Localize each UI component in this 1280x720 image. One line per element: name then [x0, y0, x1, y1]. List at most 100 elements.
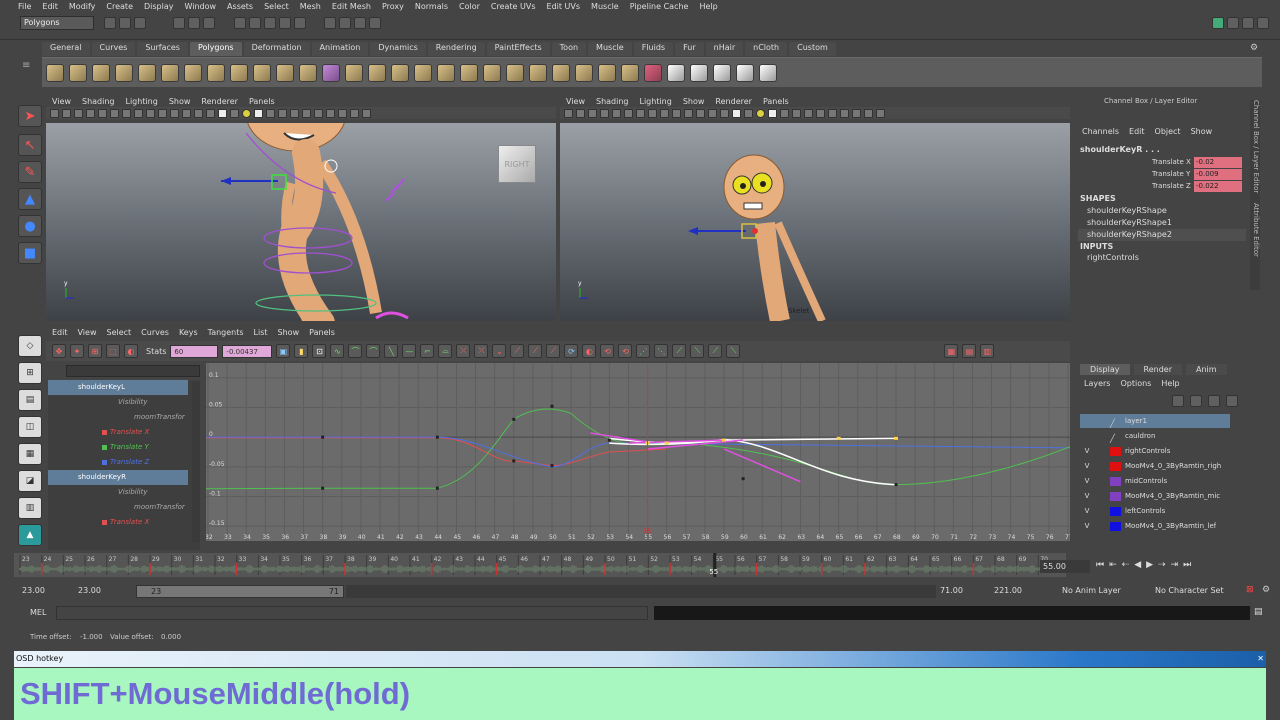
channel-menu-channels[interactable]: Channels [1082, 127, 1119, 136]
separate-icon[interactable] [276, 63, 294, 82]
camera-attributes-icon[interactable] [588, 108, 597, 118]
viewport-left-menu-view[interactable]: View [52, 97, 71, 106]
shape-node[interactable]: shoulderKeyRShape [1078, 205, 1246, 217]
channel-row[interactable]: Translate Z -0.022 [1078, 180, 1246, 192]
cleanup-icon[interactable] [598, 63, 616, 82]
pre-infinity-cycle-icon[interactable]: ⟋ [672, 344, 687, 358]
shelf-tab-general[interactable]: General [42, 42, 90, 56]
merge-icon[interactable] [506, 63, 524, 82]
combine-icon[interactable] [253, 63, 271, 82]
menu-help[interactable]: Help [699, 2, 717, 11]
new-layer-icon[interactable] [1172, 395, 1184, 407]
gate-mask-icon[interactable] [146, 108, 155, 118]
keyframe[interactable] [550, 404, 554, 408]
lasso-tool-icon[interactable]: ↖ [18, 134, 42, 156]
plateau-tangent-icon[interactable]: ⌓ [438, 344, 453, 358]
shadows-icon[interactable] [780, 108, 789, 118]
keyframe[interactable] [607, 438, 611, 442]
spline-tangent-icon[interactable]: ⌒ [348, 344, 363, 358]
shelf-tab-custom[interactable]: Custom [789, 42, 836, 56]
shelf-tab-curves[interactable]: Curves [91, 42, 136, 56]
animation-end-field[interactable]: 221.00 [994, 586, 1022, 595]
post-infinity-cycle-icon[interactable]: ⟋ [708, 344, 723, 358]
display-layer-row[interactable]: V MooMv4_0_3ByRamtin_mic [1080, 489, 1230, 503]
split-polygon-icon[interactable] [414, 63, 432, 82]
extrude-icon[interactable] [345, 63, 363, 82]
time-snap-icon[interactable]: ⟲ [600, 344, 615, 358]
selected-keyframe[interactable] [722, 438, 726, 442]
auto-load-icon[interactable]: ⟳ [564, 344, 579, 358]
input-node[interactable]: rightControls [1078, 252, 1246, 264]
shelf-settings-icon[interactable]: ⚙ [1250, 43, 1260, 53]
free-tangent-weight-icon[interactable]: ⟋ [528, 344, 543, 358]
sphere-icon[interactable] [46, 63, 64, 82]
channel-object-name[interactable]: shoulderKeyR . . . [1080, 145, 1160, 154]
move-keys-icon[interactable]: ✥ [52, 344, 66, 358]
channel-value[interactable]: -0.022 [1194, 181, 1242, 192]
layer-visibility-toggle[interactable]: V [1080, 504, 1094, 518]
play-forwards-icon[interactable]: ▶ [1146, 560, 1153, 570]
lock-tangent-weight-icon[interactable]: ⟋ [546, 344, 561, 358]
keyframe[interactable] [550, 464, 554, 468]
keyframe[interactable] [435, 435, 439, 439]
select-camera-icon[interactable] [564, 108, 573, 118]
hud-icon[interactable] [876, 108, 885, 118]
layer-tab-display[interactable]: Display [1080, 364, 1130, 375]
break-tangents-icon[interactable]: ⌄ [492, 344, 507, 358]
layer-color-swatch[interactable] [1110, 461, 1121, 471]
bridge-icon[interactable] [368, 63, 386, 82]
outliner-channel[interactable]: Visibility [48, 395, 188, 410]
region-tool-icon[interactable]: ⬚ [106, 344, 120, 358]
textured-icon[interactable] [350, 108, 359, 118]
shelf-tab-fur[interactable]: Fur [675, 42, 704, 56]
cylindrical-mapping-icon[interactable] [690, 63, 708, 82]
four-view-layout-icon[interactable]: ⊞ [18, 362, 42, 384]
triangulate-icon[interactable] [529, 63, 547, 82]
viewport-left-menu-shading[interactable]: Shading [82, 97, 115, 106]
show-modeling-toolkit-icon[interactable] [1212, 17, 1224, 29]
shelf-tab-muscle[interactable]: Muscle [588, 42, 632, 56]
osd-close-icon[interactable]: ✕ [1257, 651, 1264, 667]
shadows-icon[interactable] [266, 108, 275, 118]
swap-buffer-curve-icon[interactable]: ⤬ [474, 344, 489, 358]
retime-tool-icon[interactable]: ◐ [124, 344, 138, 358]
motion-blur-icon[interactable] [290, 108, 299, 118]
film-gate-icon[interactable] [636, 108, 645, 118]
wireframe-icon[interactable] [708, 108, 717, 118]
camera-attributes-icon[interactable] [74, 108, 83, 118]
center-current-time-icon[interactable]: ⊡ [312, 344, 327, 358]
textured-icon[interactable] [864, 108, 873, 118]
default-lighting-icon[interactable] [242, 108, 251, 118]
insert-edge-loop-icon[interactable] [437, 63, 455, 82]
shelf-tab-toon[interactable]: Toon [551, 42, 587, 56]
side-tab-0[interactable]: Channel Box / Layer Editor [1252, 100, 1260, 193]
snap-grid-icon[interactable] [233, 17, 246, 29]
keyframe[interactable] [321, 435, 325, 439]
viewport-left-menu-show[interactable]: Show [169, 97, 191, 106]
shelf-tab-rendering[interactable]: Rendering [427, 42, 485, 56]
shelf-collapse-handle[interactable]: ≡ [22, 60, 36, 84]
snap-plane-icon[interactable] [278, 17, 291, 29]
display-layer-row[interactable]: V MooMv4_0_3ByRamtin_righ [1080, 459, 1230, 473]
load-selected-icon[interactable]: ◐ [582, 344, 597, 358]
unify-tangents-icon[interactable]: ⟋ [510, 344, 525, 358]
shape-node[interactable]: shoulderKeyRShape2 [1078, 229, 1246, 241]
use-all-lights-icon[interactable] [254, 108, 263, 118]
bevel-icon[interactable] [483, 63, 501, 82]
menu-create[interactable]: Create [106, 2, 133, 11]
post-infinity-offset-icon[interactable]: ⟍ [726, 344, 741, 358]
pipe-icon[interactable] [207, 63, 225, 82]
rotate-tool-icon[interactable]: ● [18, 215, 42, 237]
move-down-icon[interactable] [1226, 395, 1238, 407]
step-back-frame-icon[interactable]: ⇤ [1109, 560, 1117, 570]
select-component-icon[interactable] [202, 17, 215, 29]
save-scene-icon[interactable] [134, 17, 146, 29]
denormalize-curves-icon[interactable]: ⋱ [654, 344, 669, 358]
plane-icon[interactable] [138, 63, 156, 82]
menu-normals[interactable]: Normals [415, 2, 448, 11]
cone-icon[interactable] [115, 63, 133, 82]
viewport-right-menu-renderer[interactable]: Renderer [715, 97, 752, 106]
menu-set-dropdown[interactable]: Polygons [20, 16, 94, 30]
layer-visibility-toggle[interactable]: V [1080, 519, 1094, 533]
graph-menu-keys[interactable]: Keys [179, 328, 198, 337]
